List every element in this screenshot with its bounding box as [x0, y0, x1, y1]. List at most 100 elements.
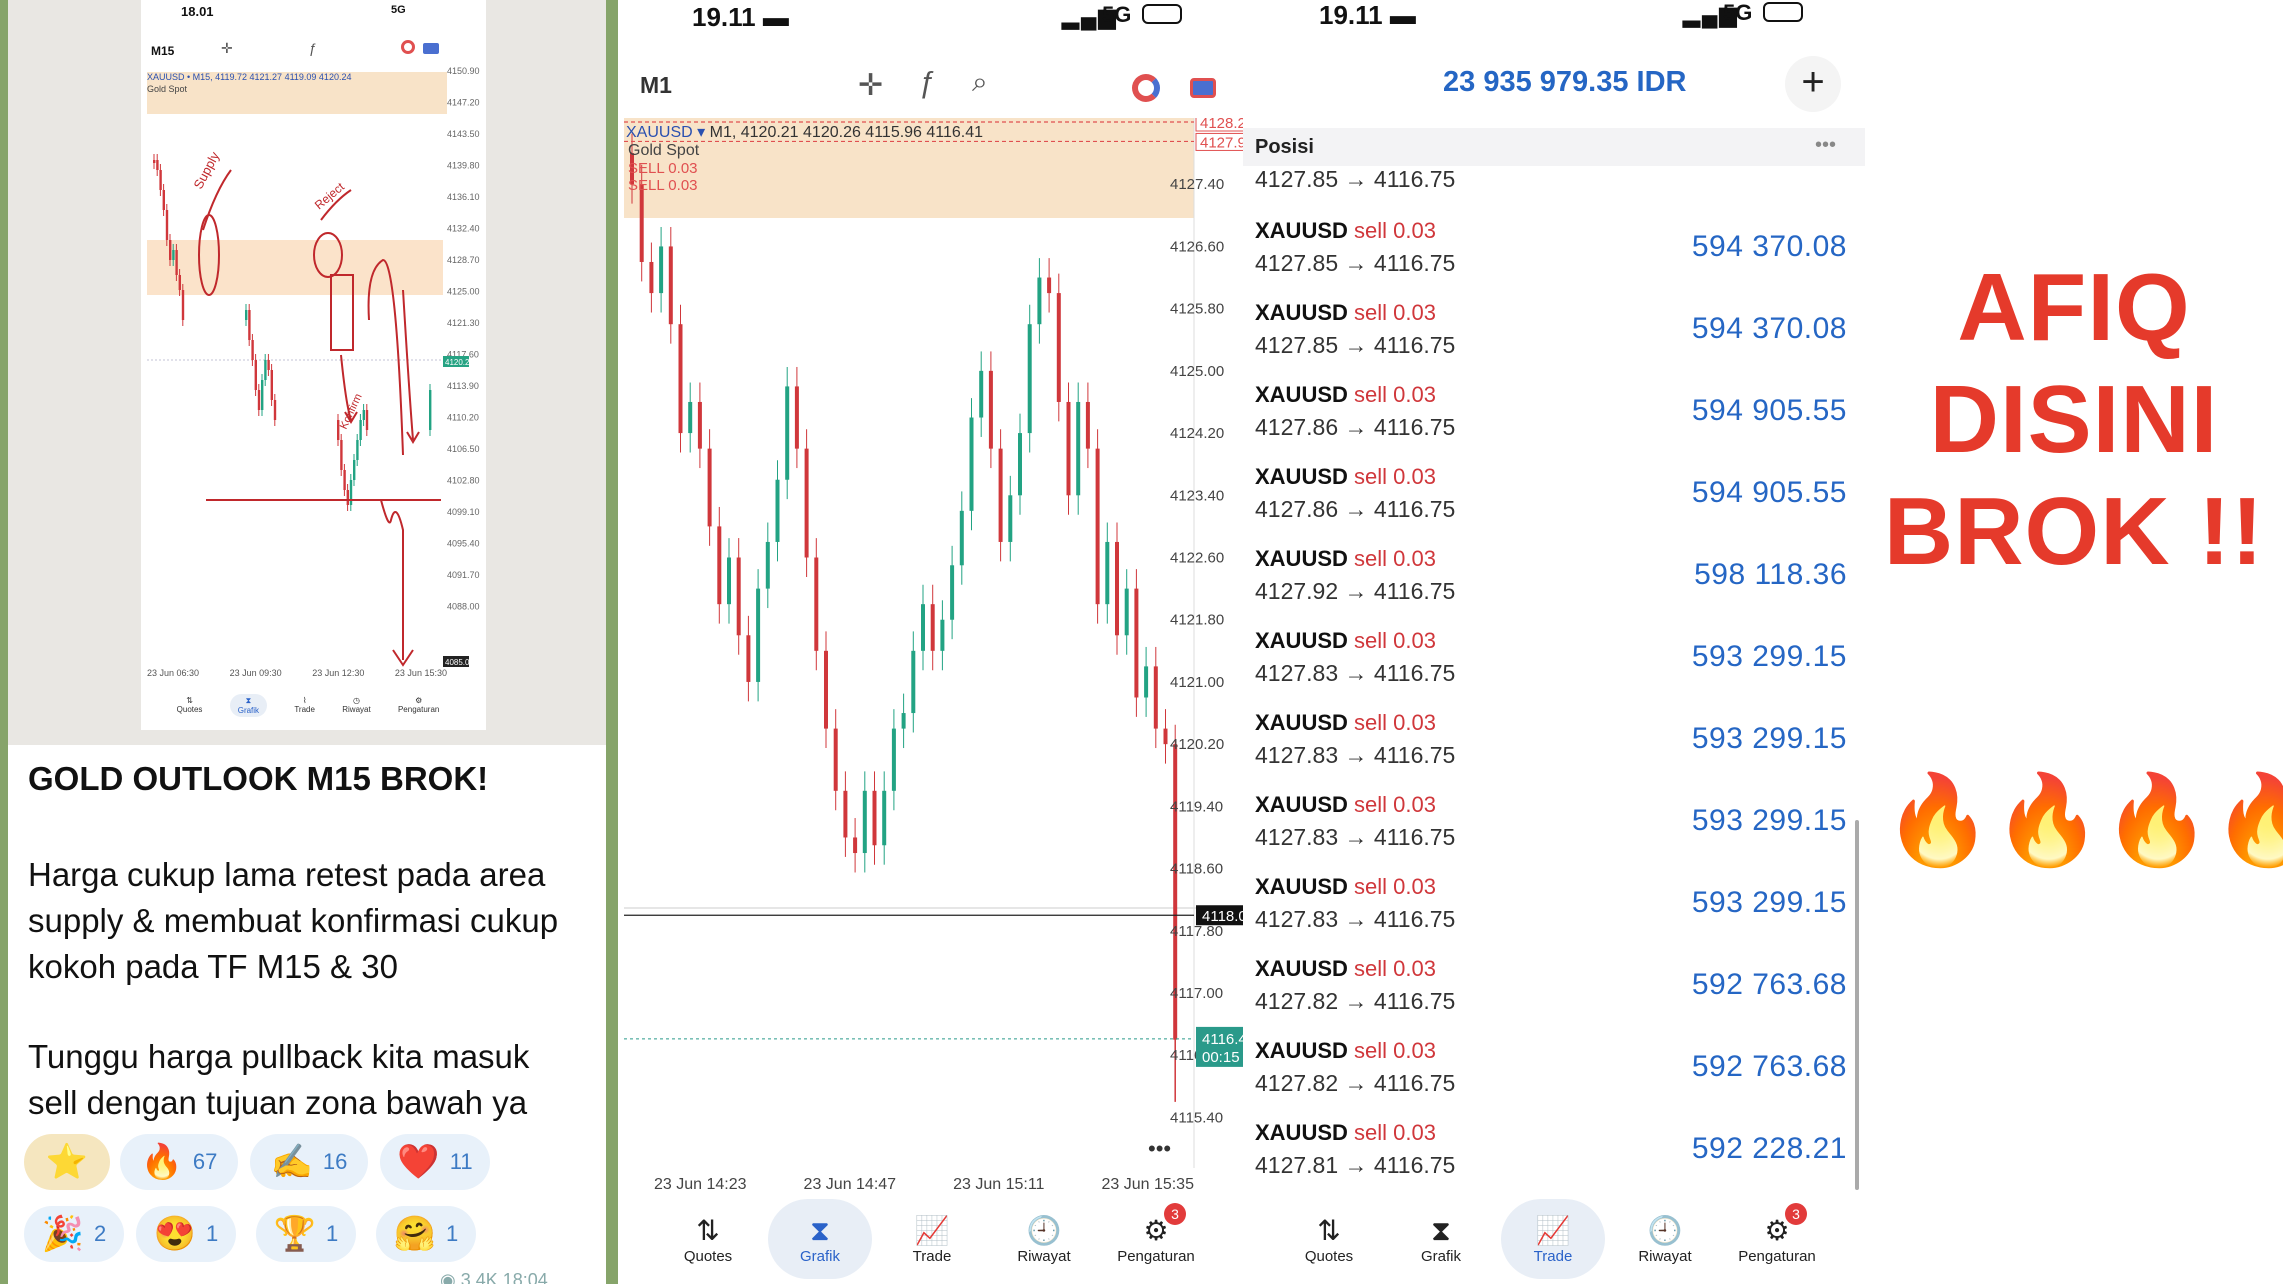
- candle: [921, 604, 925, 651]
- mini-theme-icon: [401, 40, 415, 54]
- candle: [765, 541, 770, 589]
- timeframe[interactable]: M1: [640, 72, 672, 99]
- mini-candle: [169, 240, 172, 260]
- position-row[interactable]: XAUUSD sell 0.03 4127.83 → 4116.75 593 299…: [1243, 784, 1865, 866]
- reaction-fire[interactable]: 🔥 67: [120, 1134, 238, 1190]
- position-row[interactable]: XAUUSD sell 0.03 4127.85 → 4116.75 594 370…: [1243, 292, 1865, 374]
- main-chart[interactable]: 4128.20 4127.95 4127.40 4126.60 4125.80 4125…: [622, 118, 1243, 1168]
- nav-label: Riwayat: [1638, 1247, 1692, 1265]
- nav-trade[interactable]: 📈 Trade: [1501, 1199, 1605, 1279]
- nav-riwayat[interactable]: 🕘 Riwayat: [1613, 1199, 1717, 1279]
- mini-candle: [261, 380, 264, 410]
- mini-nav-riwayat[interactable]: ◷ Riwayat: [342, 696, 370, 714]
- mini-candle: [359, 420, 362, 440]
- reaction-heart-eyes[interactable]: 😍 1: [136, 1206, 236, 1262]
- scrollbar[interactable]: [1855, 820, 1859, 1190]
- nav-pengaturan[interactable]: ⚙ Pengaturan 3: [1104, 1199, 1208, 1279]
- more-icon[interactable]: •••: [1148, 1136, 1171, 1162]
- candle: [804, 448, 809, 558]
- position-profit: 593 299.15: [1691, 722, 1847, 755]
- mini-candle: [159, 170, 162, 190]
- position-row[interactable]: XAUUSD sell 0.03 4127.82 → 4116.75 592 763…: [1243, 1030, 1865, 1112]
- candle: [746, 635, 751, 682]
- reaction-writing[interactable]: ✍️ 16: [250, 1134, 368, 1190]
- crosshair-icon[interactable]: ✛: [858, 68, 883, 103]
- position-row[interactable]: XAUUSD sell 0.03 4127.81 → 4116.75 592 228…: [1243, 1112, 1865, 1194]
- nav-label: Riwayat: [1017, 1247, 1071, 1265]
- screen-icon[interactable]: [1190, 78, 1216, 98]
- position-row[interactable]: XAUUSD sell 0.03 4127.82 → 4116.75 592 763…: [1243, 948, 1865, 1030]
- candle: [872, 790, 877, 846]
- symbol-name: XAUUSD: [1255, 874, 1348, 899]
- nav-quotes[interactable]: ⇅ Quotes: [1277, 1199, 1381, 1279]
- reaction-hug[interactable]: 🤗 1: [376, 1206, 476, 1262]
- position-symbol: XAUUSD sell 0.03: [1255, 464, 1436, 490]
- reaction-trophy[interactable]: 🏆 1: [256, 1206, 356, 1262]
- reaction-count: 1: [206, 1221, 219, 1246]
- nav-grafik[interactable]: ⧗ Grafik: [768, 1199, 872, 1279]
- mini-candle: [165, 210, 169, 240]
- position-prices: 4127.83 → 4116.75: [1255, 660, 1456, 686]
- order-label-1[interactable]: SELL 0.03: [628, 160, 698, 177]
- nav-quotes-icon: ⇅: [1317, 1214, 1341, 1246]
- position-side: sell 0.03: [1347, 874, 1436, 899]
- chart-symbol-line[interactable]: XAUUSD ▾ M1, 4120.21 4120.26 4115.96 411…: [626, 122, 983, 142]
- nav-trade[interactable]: 📈 Trade: [880, 1199, 984, 1279]
- mini-nav-pengaturan[interactable]: ⚙ Pengaturan: [398, 696, 439, 714]
- reaction-heart[interactable]: ❤️ 11: [380, 1134, 490, 1190]
- mini-price-tick: 4088.00: [447, 602, 480, 612]
- reaction-party[interactable]: 🎉 2: [24, 1206, 124, 1262]
- nav-riwayat[interactable]: 🕘 Riwayat: [992, 1199, 1096, 1279]
- nav-grafik[interactable]: ⧗ Grafik: [1389, 1199, 1493, 1279]
- mini-nav-label: Grafik: [237, 705, 260, 715]
- symbol-name: XAUUSD: [1255, 464, 1348, 489]
- position-side: sell 0.03: [1347, 710, 1436, 735]
- position-prices: 4127.83 → 4116.75: [1255, 906, 1456, 932]
- mini-candle: [365, 410, 369, 430]
- position-symbol: XAUUSD sell 0.03: [1255, 874, 1436, 900]
- position-row[interactable]: XAUUSD sell 0.03 4127.83 → 4116.75 593 299…: [1243, 702, 1865, 784]
- mini-nav-label: Riwayat: [342, 705, 371, 714]
- nav-quotes[interactable]: ⇅ Quotes: [656, 1199, 760, 1279]
- position-row[interactable]: XAUUSD sell 0.03 4127.83 → 4116.75 593 299…: [1243, 866, 1865, 948]
- nav-pengaturan[interactable]: ⚙ Pengaturan 3: [1725, 1199, 1829, 1279]
- reaction-count: 1: [326, 1221, 339, 1246]
- nav-label: Pengaturan: [1117, 1247, 1195, 1265]
- position-row[interactable]: XAUUSD sell 0.03 4127.86 → 4116.75 594 905…: [1243, 374, 1865, 456]
- time-tick: 23 Jun 14:47: [803, 1176, 897, 1193]
- section-more-icon[interactable]: •••: [1815, 134, 1836, 157]
- position-side: sell 0.03: [1347, 628, 1436, 653]
- candle: [979, 370, 984, 418]
- position-row[interactable]: XAUUSD sell 0.03 4127.86 → 4116.75 594 905…: [1243, 456, 1865, 538]
- mini-nav-grafik[interactable]: ⧗ Grafik: [229, 693, 268, 717]
- nav-label: Pengaturan: [1738, 1247, 1816, 1265]
- candle: [639, 184, 644, 262]
- objects-icon[interactable]: ⌕: [972, 66, 988, 99]
- mini-nav-quotes[interactable]: ⇅ Quotes: [177, 696, 203, 714]
- nav-quotes-icon: ⇅: [696, 1214, 720, 1246]
- car-icon: ▬: [1389, 0, 1416, 30]
- indicator-icon[interactable]: ƒ: [918, 66, 935, 100]
- reaction-star[interactable]: ⭐: [24, 1134, 110, 1190]
- chart-symbol: XAUUSD: [626, 124, 693, 141]
- notification-badge: 3: [1164, 1203, 1186, 1225]
- add-button[interactable]: +: [1785, 56, 1841, 112]
- mini-nav-trade[interactable]: ⌇ Trade: [294, 696, 315, 714]
- mini-price-tick: 4139.80: [447, 161, 480, 171]
- positions-list: XAUUSD sell 0.03 4127.85 → 4116.75 594 370…: [1243, 210, 1865, 1195]
- theme-icon[interactable]: [1132, 74, 1160, 102]
- position-row[interactable]: XAUUSD sell 0.03 4127.83 → 4116.75 593 299…: [1243, 620, 1865, 702]
- chart-panel: 19.11 ▬ ▂▄▆ 5G M1 ✛ ƒ ⌕ 4128.204127.95 4…: [622, 0, 1243, 1284]
- symbol-name: XAUUSD: [1255, 710, 1348, 735]
- last-price: 4116.41: [1202, 1031, 1243, 1048]
- position-symbol: XAUUSD sell 0.03: [1255, 382, 1436, 408]
- position-row[interactable]: XAUUSD sell 0.03 4127.85 → 4116.75 594 370…: [1243, 210, 1865, 292]
- mini-candle: [362, 410, 365, 420]
- caption-line-3: BROK !!: [1883, 478, 2265, 585]
- order-label-2[interactable]: SELL 0.03: [628, 177, 698, 194]
- bottom-nav: ⇅ Quotes ⧗ Grafik 📈 Trade 🕘 Riwayat ⚙ Pengaturan 3: [1273, 1196, 1833, 1282]
- position-row[interactable]: XAUUSD sell 0.03 4127.92 → 4116.75 598 118…: [1243, 538, 1865, 620]
- candle: [1008, 495, 1013, 542]
- message-footer: ◉ 3.4K 18:04: [440, 1270, 548, 1284]
- chart-screenshot[interactable]: 18.01 5G M15 ✛ ƒ XAUUSD • M15, 4119.72 4…: [8, 0, 606, 745]
